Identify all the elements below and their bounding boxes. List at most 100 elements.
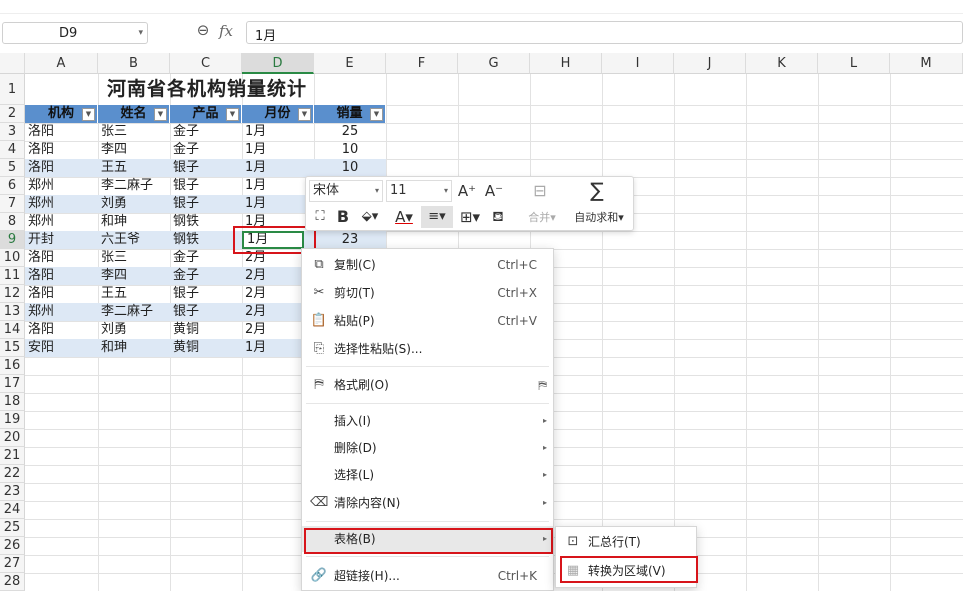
cell[interactable]: 2月 (242, 267, 300, 285)
cell[interactable]: 金子 (170, 123, 242, 141)
borders-icon[interactable]: ⊞▾ (456, 206, 484, 228)
table-header-cell[interactable]: 产品 ▼ (170, 105, 242, 123)
bold-icon[interactable]: B (334, 206, 352, 228)
column-header-d[interactable]: D (242, 53, 314, 74)
column-header-e[interactable]: E (314, 53, 386, 74)
decrease-font-icon[interactable]: A⁻ (484, 180, 504, 202)
row-header[interactable]: 23 (0, 483, 25, 501)
cell[interactable]: 金子 (170, 267, 242, 285)
row-header[interactable]: 24 (0, 501, 25, 519)
row-header[interactable]: 16 (0, 357, 25, 375)
clear-format-icon[interactable]: ⛾ (488, 206, 508, 228)
cell[interactable]: 郑州 (25, 213, 98, 231)
format-icon[interactable]: ⛶ (310, 206, 330, 228)
row-header[interactable]: 6 (0, 177, 25, 195)
cell[interactable]: 1月 (242, 339, 300, 357)
row-header[interactable]: 18 (0, 393, 25, 411)
cell[interactable]: 李二麻子 (98, 177, 170, 195)
menu-item-select[interactable]: 选择(L) ▸ (302, 462, 553, 488)
cell[interactable]: 李四 (98, 141, 170, 159)
name-box[interactable]: D9 ▾ (2, 22, 148, 44)
row-header[interactable]: 20 (0, 429, 25, 447)
cell[interactable]: 郑州 (25, 303, 98, 321)
column-header-i[interactable]: I (602, 53, 674, 74)
increase-font-icon[interactable]: A⁺ (457, 180, 477, 202)
cell[interactable]: 2月 (242, 321, 300, 339)
row-header[interactable]: 3 (0, 123, 25, 141)
table-header-cell[interactable]: 销量 ▼ (314, 105, 386, 123)
menu-item-delete[interactable]: 删除(D) ▸ (302, 435, 553, 461)
row-header[interactable]: 11 (0, 267, 25, 285)
sheet-title[interactable]: 河南省各机构销量统计 (25, 74, 386, 105)
row-header[interactable]: 26 (0, 537, 25, 555)
menu-item-clear-contents[interactable]: ⌫ 清除内容(N) ▸ (302, 490, 553, 516)
merge-button[interactable]: 合并▾ (518, 208, 566, 228)
cell[interactable]: 银子 (170, 195, 242, 213)
row-header[interactable]: 21 (0, 447, 25, 465)
cell[interactable]: 黄铜 (170, 321, 242, 339)
cell[interactable]: 开封 (25, 231, 98, 249)
cell[interactable]: 钢铁 (170, 213, 242, 231)
font-size-select[interactable]: 11 ▾ (386, 180, 452, 202)
cell[interactable]: 1月 (242, 195, 304, 213)
cell[interactable]: 2月 (242, 285, 300, 303)
autosum-icon[interactable]: ∑ (585, 178, 609, 202)
column-header-h[interactable]: H (530, 53, 602, 74)
row-header[interactable]: 9 (0, 231, 25, 249)
row-header[interactable]: 10 (0, 249, 25, 267)
table-header-cell[interactable]: 姓名 ▼ (98, 105, 170, 123)
filter-dropdown-icon[interactable]: ▼ (370, 108, 383, 121)
cell[interactable]: 黄铜 (170, 339, 242, 357)
row-header[interactable]: 8 (0, 213, 25, 231)
row-header[interactable]: 14 (0, 321, 25, 339)
menu-item-format-painter[interactable]: ⛿ 格式刷(O) ⛿ (302, 372, 553, 398)
cell[interactable]: 洛阳 (25, 141, 98, 159)
cell[interactable]: 1月 (242, 159, 314, 177)
cell[interactable]: 银子 (170, 303, 242, 321)
filter-dropdown-icon[interactable]: ▼ (298, 108, 311, 121)
cell[interactable]: 郑州 (25, 195, 98, 213)
table-header-cell[interactable]: 月份 ▼ (242, 105, 314, 123)
row-header[interactable]: 17 (0, 375, 25, 393)
cell[interactable]: 洛阳 (25, 285, 98, 303)
row-header[interactable]: 12 (0, 285, 25, 303)
submenu-item-total-row[interactable]: ⊡ 汇总行(T) (556, 529, 696, 555)
cell[interactable]: 25 (314, 123, 386, 141)
cell[interactable]: 金子 (170, 249, 242, 267)
cell[interactable]: 王五 (98, 285, 170, 303)
cell[interactable]: 六王爷 (98, 231, 170, 249)
cell[interactable]: 王五 (98, 159, 170, 177)
menu-item-copy[interactable]: ⧉ 复制(C) Ctrl+C (302, 252, 553, 278)
cell[interactable]: 23 (314, 231, 386, 249)
merge-icon[interactable]: ⊟ (528, 180, 552, 202)
row-header[interactable]: 22 (0, 465, 25, 483)
cell[interactable]: 银子 (170, 177, 242, 195)
cell[interactable]: 1月 (242, 141, 314, 159)
row-header[interactable]: 2 (0, 105, 25, 123)
menu-item-cut[interactable]: ✂ 剪切(T) Ctrl+X (302, 280, 553, 306)
chevron-down-icon[interactable]: ▾ (138, 28, 143, 38)
menu-item-hyperlink[interactable]: 🔗 超链接(H)... Ctrl+K (302, 563, 553, 589)
cell[interactable]: 洛阳 (25, 267, 98, 285)
cell[interactable]: 2月 (242, 303, 300, 321)
row-header[interactable]: 28 (0, 573, 25, 591)
menu-item-paste[interactable]: 📋 粘贴(P) Ctrl+V (302, 308, 553, 334)
row-header[interactable]: 5 (0, 159, 25, 177)
cell[interactable]: 金子 (170, 141, 242, 159)
row-header[interactable]: 19 (0, 411, 25, 429)
row-header[interactable]: 25 (0, 519, 25, 537)
cell[interactable]: 洛阳 (25, 321, 98, 339)
column-header-l[interactable]: L (818, 53, 890, 74)
cell[interactable]: 张三 (98, 123, 170, 141)
cell[interactable]: 洛阳 (25, 159, 98, 177)
cell[interactable]: 10 (314, 159, 386, 177)
formula-input[interactable]: 1月 (246, 21, 963, 44)
column-header-j[interactable]: J (674, 53, 746, 74)
cell[interactable]: 安阳 (25, 339, 98, 357)
cell[interactable]: 郑州 (25, 177, 98, 195)
cell[interactable]: 李二麻子 (98, 303, 170, 321)
font-color-icon[interactable]: A▾ (390, 206, 418, 228)
filter-dropdown-icon[interactable]: ▼ (82, 108, 95, 121)
row-header[interactable]: 15 (0, 339, 25, 357)
column-header-m[interactable]: M (890, 53, 963, 74)
